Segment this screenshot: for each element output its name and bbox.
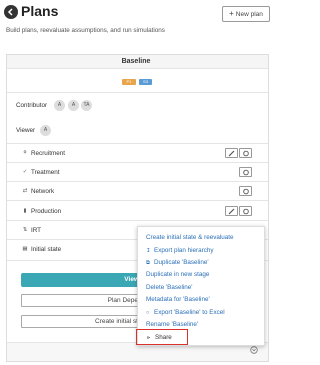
stage-badge: S3 — [139, 79, 152, 85]
avatar[interactable]: A — [54, 100, 65, 111]
download-icon: ↧ — [146, 248, 151, 254]
divider — [7, 220, 268, 221]
menu-item-share[interactable]: ⪢ Share — [147, 334, 172, 342]
divider — [7, 181, 268, 182]
menu-item-duplicate[interactable]: ⧉ Duplicate 'Baseline' — [146, 259, 209, 267]
edit-button[interactable] — [225, 206, 238, 216]
back-icon[interactable] — [4, 5, 18, 19]
shuffle-icon: ⇅ — [22, 227, 28, 233]
viewer-label: Viewer — [16, 127, 36, 134]
edit-button[interactable] — [225, 148, 238, 158]
menu-item-export-excel[interactable]: ○ Export 'Baseline' to Excel — [146, 309, 225, 316]
row-label-treatment: Treatment — [31, 169, 60, 176]
menu-item-duplicate-new-stage[interactable]: Duplicate in new stage — [146, 271, 209, 278]
globe-icon: ○ — [146, 310, 150, 316]
syringe-icon: ✓ — [22, 169, 28, 175]
create-initial-state-button[interactable]: Create initial st — [21, 315, 141, 328]
refresh-button[interactable] — [239, 186, 252, 196]
copy-icon: ⧉ — [146, 260, 150, 266]
divider — [7, 92, 268, 93]
plan-title: Baseline — [121, 58, 151, 65]
bar-chart-icon: ▮ — [23, 208, 27, 214]
status-badge: P1 — [122, 79, 136, 85]
row-label-initial-state: Initial state — [31, 246, 62, 253]
new-plan-button[interactable]: + New plan — [222, 6, 270, 22]
plan-dependencies-button[interactable]: Plan Depe — [21, 294, 141, 307]
network-icon: ⇄ — [22, 188, 28, 194]
refresh-button[interactable] — [239, 167, 252, 177]
view-button[interactable]: View — [21, 273, 141, 287]
page-title: Plans — [21, 3, 59, 19]
divider — [7, 162, 268, 163]
contributor-label: Contributor — [16, 102, 48, 109]
divider — [7, 143, 268, 144]
refresh-button[interactable] — [239, 206, 252, 216]
avatar[interactable]: A — [68, 100, 79, 111]
plus-icon: + — [229, 9, 234, 18]
people-icon: ⚘ — [22, 150, 28, 156]
share-icon: ⪢ — [147, 335, 151, 341]
divider — [7, 200, 268, 201]
row-label-production: Production — [31, 208, 62, 215]
avatar[interactable]: TA — [81, 100, 92, 111]
row-label-network: Network — [31, 188, 55, 195]
menu-item-create-initial-state[interactable]: Create initial state & reevaluate — [146, 234, 234, 241]
building-icon: ▦ — [22, 246, 28, 252]
row-label-recruitment: Recruitment — [31, 150, 65, 157]
menu-item-export-hierarchy[interactable]: ↧ Export plan hierarchy — [146, 247, 214, 254]
page-header: Plans Build plans, reevaluate assumption… — [0, 0, 272, 44]
page-subtitle: Build plans, reevaluate assumptions, and… — [6, 27, 165, 34]
menu-item-rename[interactable]: Rename 'Baseline' — [146, 321, 198, 328]
chevron-down-icon[interactable] — [250, 346, 258, 354]
menu-item-delete[interactable]: Delete 'Baseline' — [146, 284, 193, 291]
menu-item-metadata[interactable]: Metadata for 'Baseline' — [146, 296, 210, 303]
refresh-button[interactable] — [239, 148, 252, 158]
avatar[interactable]: A — [40, 125, 51, 136]
row-label-irt: IRT — [31, 227, 42, 234]
